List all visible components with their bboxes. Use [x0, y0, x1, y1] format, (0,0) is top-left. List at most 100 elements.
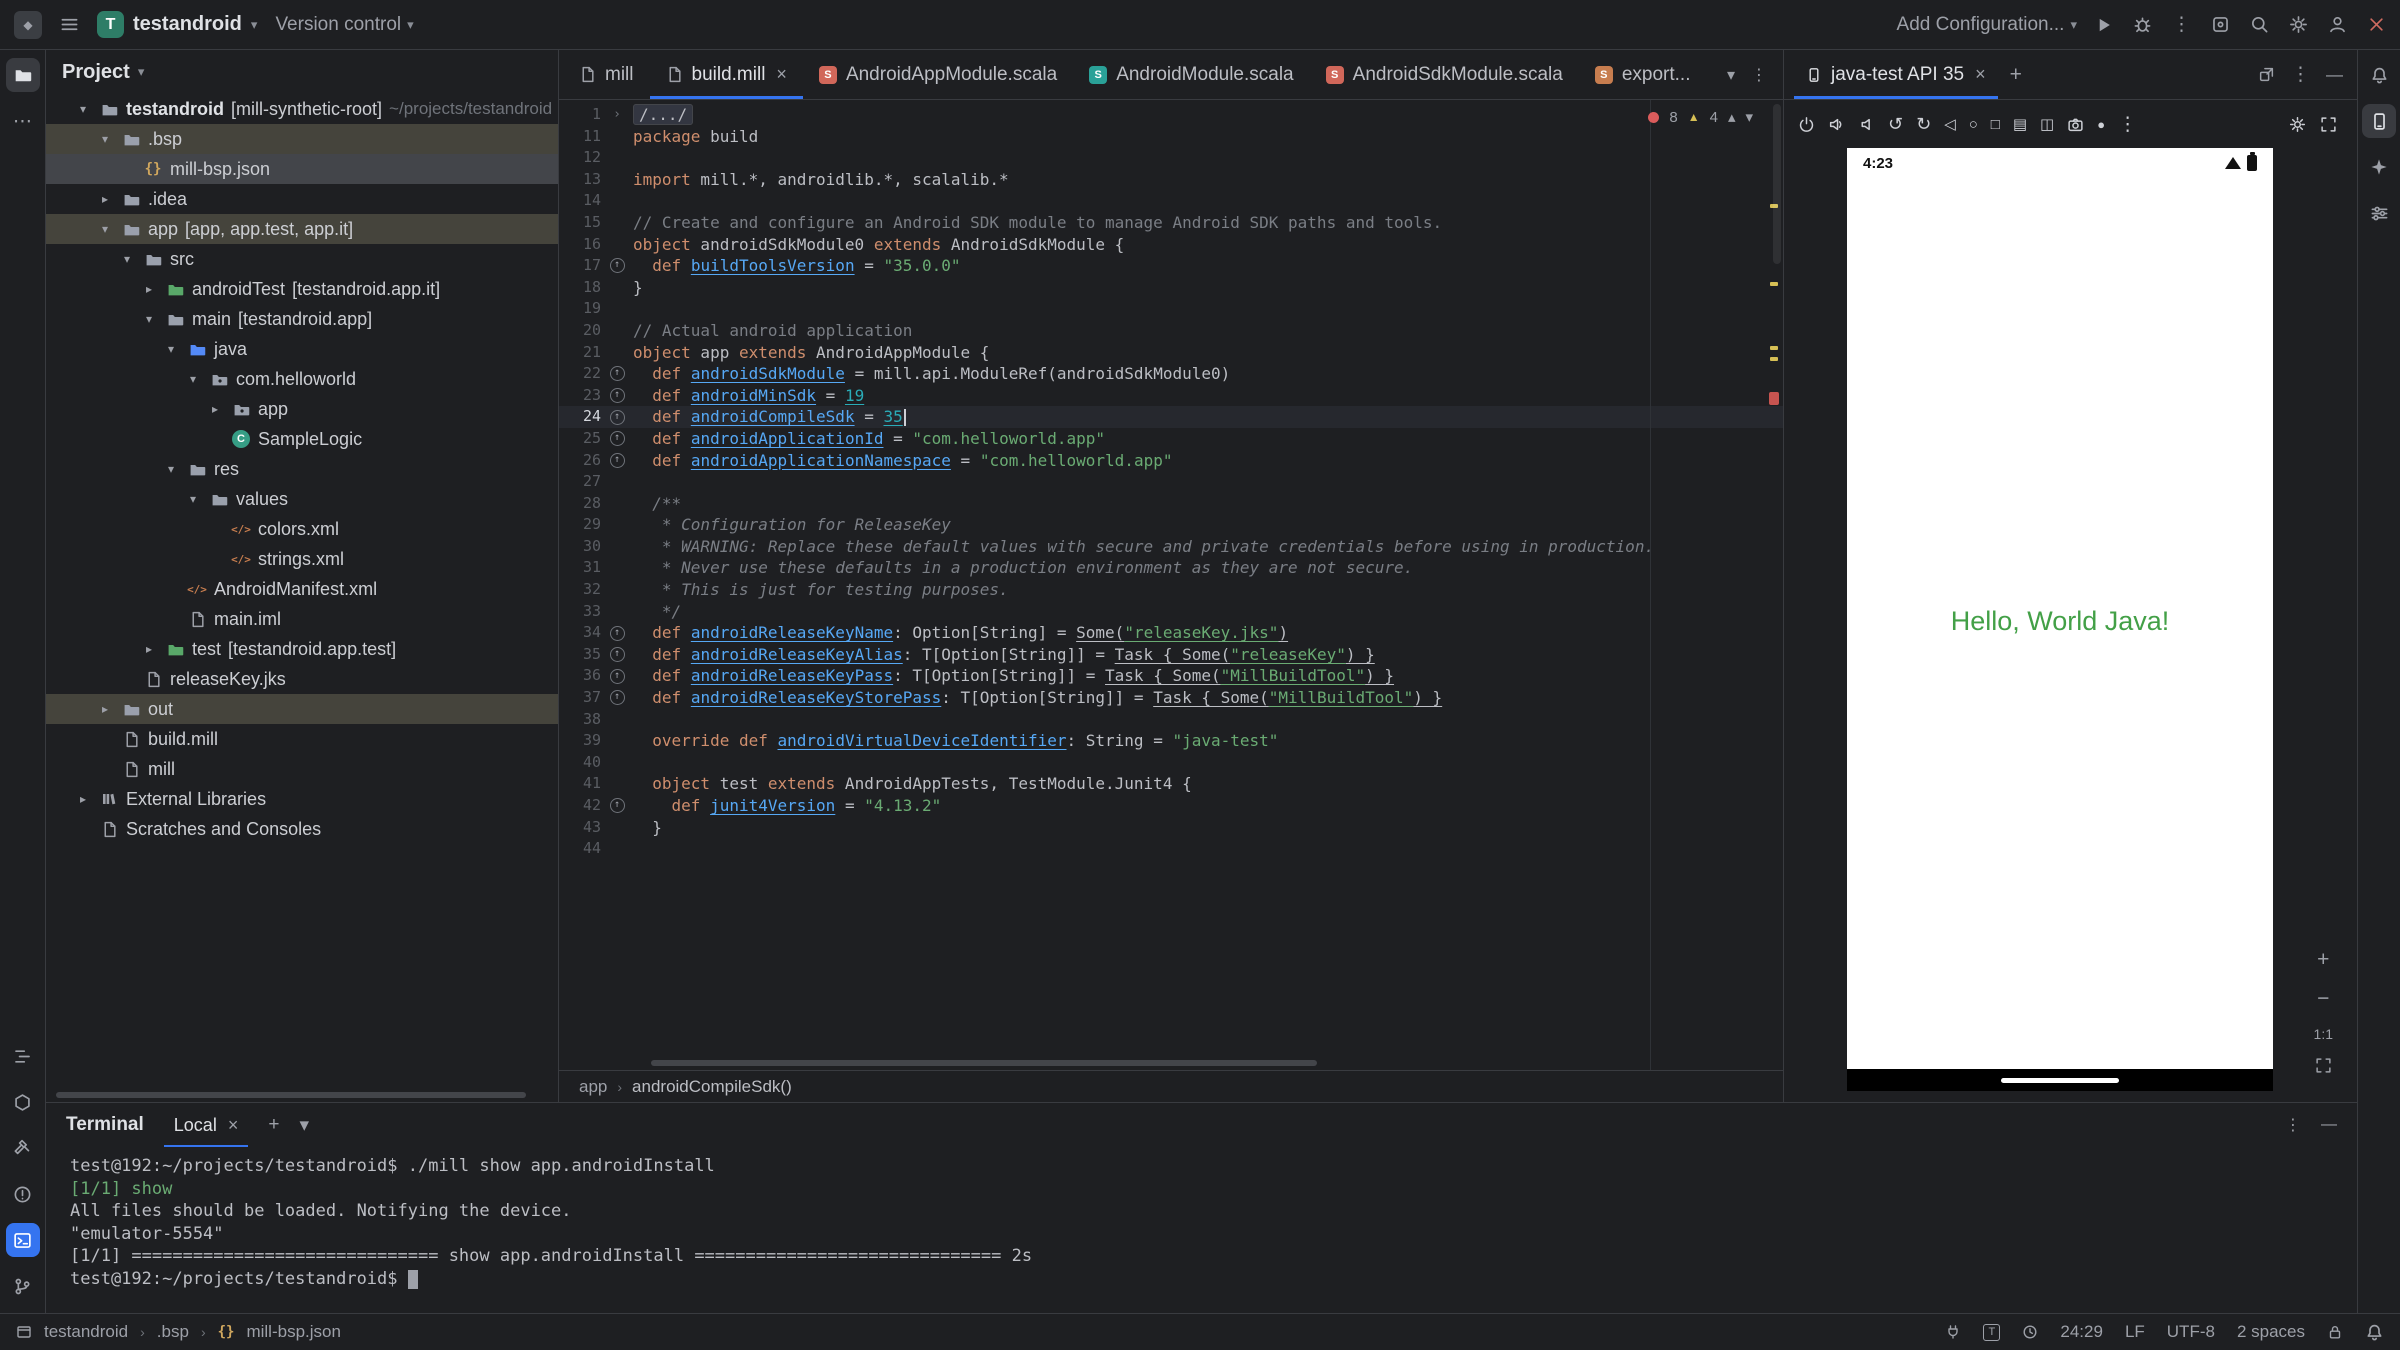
build-tool-button[interactable] — [6, 1131, 40, 1165]
more-tools-tool-button[interactable]: ⋯ — [6, 104, 40, 138]
editor-tab-androidappmodule-scala[interactable]: S AndroidAppModule.scala — [803, 50, 1073, 99]
device-manager-tool-button[interactable] — [2362, 196, 2396, 230]
chevron-right-icon[interactable]: ▸ — [140, 642, 158, 656]
nav-handle-icon[interactable] — [2001, 1078, 2119, 1083]
cursor-position[interactable]: 24:29 — [2060, 1322, 2103, 1342]
override-gutter-icon[interactable]: ↑ — [610, 258, 625, 273]
notifications-tool-button[interactable] — [2362, 58, 2396, 92]
terminal-output[interactable]: test@192:~/projects/testandroid$ ./mill … — [46, 1147, 2357, 1290]
main-menu-button[interactable] — [60, 15, 79, 34]
snapshot-icon[interactable]: ◫ — [2040, 115, 2054, 133]
tree-item-external-libraries[interactable]: ▸External Libraries — [46, 784, 558, 814]
chevron-down-icon[interactable]: ▾ — [184, 492, 202, 506]
editor-tab-build-mill[interactable]: build.mill× — [650, 50, 803, 99]
breadcrumb-item[interactable]: app — [579, 1077, 607, 1097]
error-mark[interactable] — [1769, 392, 1779, 405]
clock-icon[interactable] — [2022, 1324, 2038, 1340]
fold-arrow-icon[interactable]: › — [613, 104, 621, 126]
window-icon[interactable] — [16, 1324, 32, 1340]
tree-item-out[interactable]: ▸out — [46, 694, 558, 724]
editor-vscrollbar[interactable] — [1773, 104, 1781, 264]
device-tab[interactable]: java-test API 35 × — [1794, 50, 1998, 99]
editor-tab-androidsdkmodule-scala[interactable]: S AndroidSdkModule.scala — [1310, 50, 1579, 99]
fit-screen-button[interactable] — [2315, 1057, 2332, 1074]
statusbar-file[interactable]: mill-bsp.json — [246, 1322, 340, 1342]
search-icon[interactable] — [2250, 15, 2269, 34]
tree-item-mill-bsp-json[interactable]: {}mill-bsp.json — [46, 154, 558, 184]
tree-item-androidmanifest-xml[interactable]: </>AndroidManifest.xml — [46, 574, 558, 604]
tree-item-scratches-and-consoles[interactable]: Scratches and Consoles — [46, 814, 558, 844]
problems-tool-button[interactable] — [6, 1177, 40, 1211]
project-panel-header[interactable]: Project ▾ — [46, 50, 558, 94]
chevron-right-icon[interactable]: ▸ — [206, 402, 224, 416]
tree-item-app[interactable]: ▸app — [46, 394, 558, 424]
override-gutter-icon[interactable]: ↑ — [610, 453, 625, 468]
close-icon[interactable] — [2367, 15, 2386, 34]
t-device-icon[interactable]: T — [1983, 1324, 2000, 1341]
volume-down-icon[interactable] — [1858, 116, 1875, 133]
emulator-screen[interactable]: 4:23 Hello, World Java! — [1847, 148, 2273, 1091]
tree-item-com-helloworld[interactable]: ▾com.helloworld — [46, 364, 558, 394]
warning-mark[interactable] — [1770, 282, 1778, 286]
rotate-left-icon[interactable]: ↺ — [1888, 114, 1903, 135]
plug-icon[interactable] — [1945, 1324, 1961, 1340]
override-gutter-icon[interactable]: ↑ — [610, 669, 625, 684]
zoom-out-button[interactable]: − — [2317, 987, 2329, 1011]
zoom-reset-button[interactable]: 1:1 — [2314, 1026, 2333, 1042]
breadcrumb-item[interactable]: androidCompileSdk() — [632, 1077, 792, 1097]
chevron-right-icon[interactable]: ▸ — [96, 192, 114, 206]
close-icon[interactable]: × — [1975, 64, 1986, 85]
line-separator[interactable]: LF — [2125, 1322, 2145, 1342]
close-icon[interactable]: × — [228, 1115, 239, 1136]
user-icon[interactable] — [2328, 15, 2347, 34]
statusbar-project[interactable]: testandroid — [44, 1322, 128, 1342]
running-devices-tool-button[interactable] — [2362, 104, 2396, 138]
tree-item-src[interactable]: ▾src — [46, 244, 558, 274]
indent-style[interactable]: 2 spaces — [2237, 1322, 2305, 1342]
chevron-down-icon[interactable]: ▾ — [96, 132, 114, 146]
terminal-tab[interactable]: Local × — [164, 1103, 249, 1147]
rotate-right-icon[interactable]: ↻ — [1916, 114, 1931, 135]
tree-item-res[interactable]: ▾res — [46, 454, 558, 484]
project-hscrollbar[interactable] — [56, 1092, 526, 1098]
chevron-right-icon[interactable]: ▸ — [74, 792, 92, 806]
chevron-right-icon[interactable]: ▸ — [140, 282, 158, 296]
tree-item-androidtest[interactable]: ▸androidTest [testandroid.app.it] — [46, 274, 558, 304]
chevron-down-icon[interactable]: ▾ — [74, 102, 92, 116]
back-icon[interactable]: ◁ — [1944, 115, 1956, 133]
debug-icon[interactable] — [2133, 15, 2152, 34]
warning-mark[interactable] — [1770, 357, 1778, 361]
terminal-tool-button[interactable] — [6, 1223, 40, 1257]
run-configuration-selector[interactable]: Add Configuration... ▾ — [1897, 14, 2077, 36]
chevron-down-icon[interactable]: ▾ — [96, 222, 114, 236]
new-terminal-button[interactable]: + — [268, 1114, 279, 1136]
tree-item-releasekey-jks[interactable]: releaseKey.jks — [46, 664, 558, 694]
tree-item-colors-xml[interactable]: </>colors.xml — [46, 514, 558, 544]
override-gutter-icon[interactable]: ↑ — [610, 647, 625, 662]
structure-tool-button[interactable] — [6, 1039, 40, 1073]
close-icon[interactable]: × — [776, 64, 787, 85]
tree-item-test[interactable]: ▸test [testandroid.app.test] — [46, 634, 558, 664]
device-settings-icon[interactable] — [2289, 116, 2306, 133]
tree-item-values[interactable]: ▾values — [46, 484, 558, 514]
inspection-widget[interactable]: 8 ▲ 4 ▴ ▾ — [1648, 108, 1753, 126]
prev-issue-icon[interactable]: ▴ — [1728, 108, 1736, 126]
tree-item-testandroid[interactable]: ▾testandroid [mill-synthetic-root] ~/pro… — [46, 94, 558, 124]
lock-icon[interactable] — [2327, 1324, 2343, 1340]
plugins-icon[interactable] — [2211, 15, 2230, 34]
tree-item-main[interactable]: ▾main [testandroid.app] — [46, 304, 558, 334]
ai-assistant-tool-button[interactable] — [2362, 150, 2396, 184]
tree-item-mill[interactable]: mill — [46, 754, 558, 784]
tree-item-idea[interactable]: ▸.idea — [46, 184, 558, 214]
chevron-down-icon[interactable]: ▾ — [299, 1114, 309, 1137]
screenshot-icon[interactable] — [2067, 116, 2084, 133]
override-gutter-icon[interactable]: ↑ — [610, 388, 625, 403]
json-icon[interactable]: {} — [218, 1324, 235, 1340]
chevron-down-icon[interactable]: ▾ — [162, 342, 180, 356]
tree-item-samplelogic[interactable]: CSampleLogic — [46, 424, 558, 454]
zoom-in-button[interactable]: + — [2317, 948, 2329, 972]
more-icon[interactable]: ⋮ — [2172, 13, 2191, 36]
override-gutter-icon[interactable]: ↑ — [610, 626, 625, 641]
editor-tab-androidmodule-scala[interactable]: S AndroidModule.scala — [1073, 50, 1309, 99]
fullscreen-icon[interactable] — [2320, 116, 2337, 133]
